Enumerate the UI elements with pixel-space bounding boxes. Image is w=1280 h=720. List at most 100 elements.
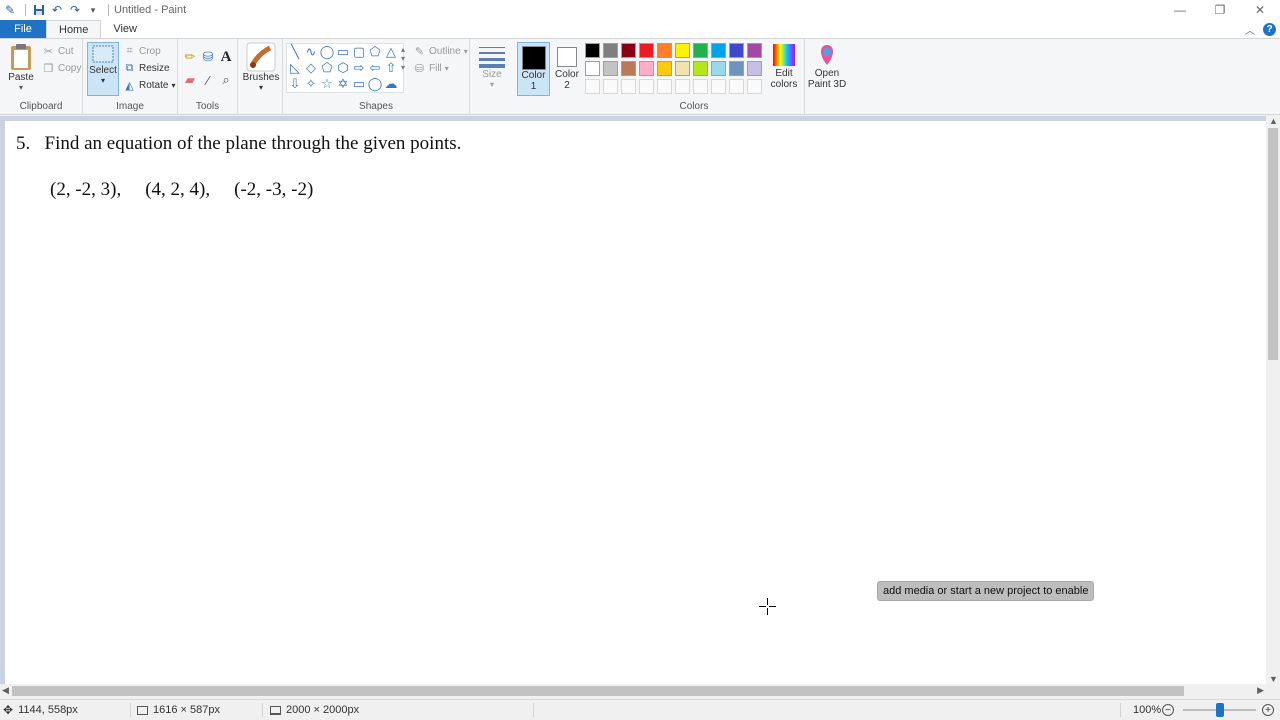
color-swatch[interactable] [747,43,762,58]
hexagon-shape-icon[interactable]: ⬡ [335,60,351,76]
pencil-icon[interactable]: ✏ [181,48,199,66]
custom-color-slot[interactable] [585,79,600,94]
diamond-shape-icon[interactable]: ◇ [303,60,319,76]
outline-button[interactable]: ✎ Outline ▾ [413,43,468,59]
custom-color-slot[interactable] [693,79,708,94]
tab-file[interactable]: File [0,20,46,38]
color-swatch[interactable] [585,61,600,76]
color-swatch[interactable] [621,61,636,76]
resize-button[interactable]: ⧉ Resize [123,60,170,76]
color1-button[interactable]: Color 1 [517,42,550,96]
horizontal-scrollbar[interactable]: ◀ ▶ [0,684,1266,698]
callout-oval-shape-icon[interactable]: ◯ [367,76,383,92]
scroll-right-icon[interactable]: ▶ [1257,685,1264,696]
color-swatch[interactable] [675,43,690,58]
vertical-scroll-thumb[interactable] [1268,128,1278,360]
color-swatch[interactable] [711,43,726,58]
custom-color-slot[interactable] [657,79,672,94]
customize-toolbar-icon[interactable]: ▾ [85,2,101,18]
close-button[interactable]: ✕ [1240,0,1280,20]
color-swatch[interactable] [747,61,762,76]
right-arrow-shape-icon[interactable]: ⇨ [351,60,367,76]
down-arrow-shape-icon[interactable]: ⇩ [287,76,303,92]
open-paint3d-button[interactable]: Open Paint 3D [807,42,847,90]
scroll-up-icon[interactable]: ▲ [1269,116,1278,126]
color-swatch[interactable] [693,61,708,76]
four-point-star-shape-icon[interactable]: ✧ [303,76,319,92]
cut-button[interactable]: ✂ Cut [42,43,74,59]
gallery-scroll-icon[interactable]: ▴ ▾ ▾ [401,45,405,72]
zoom-in-button[interactable]: + [1262,700,1274,720]
zoom-slider-thumb[interactable] [1215,703,1224,717]
color-swatch[interactable] [675,61,690,76]
callout-rect-shape-icon[interactable]: ▭ [351,76,367,92]
color-swatch[interactable] [603,61,618,76]
undo-icon[interactable]: ↶ [49,2,65,18]
edit-colors-button[interactable]: Edit colors [766,42,802,90]
colors-group: Edit colors Colors [584,39,805,115]
copy-button[interactable]: ❐ Copy [42,60,82,76]
six-point-star-shape-icon[interactable]: ✡ [335,76,351,92]
vertical-scrollbar[interactable]: ▲ ▼ [1266,116,1280,684]
up-arrow-shape-icon[interactable]: ⇧ [383,60,399,76]
minimize-ribbon-icon[interactable]: ︿ [1245,22,1255,37]
oval-shape-icon[interactable]: ◯ [319,44,335,60]
color-swatch[interactable] [657,43,672,58]
left-arrow-shape-icon[interactable]: ⇦ [367,60,383,76]
tab-home[interactable]: Home [46,20,102,38]
custom-color-slot[interactable] [639,79,654,94]
line-shape-icon[interactable]: ╲ [287,44,303,60]
zoom-out-button[interactable]: − [1162,700,1174,720]
custom-color-slot[interactable] [621,79,636,94]
color-swatch[interactable] [711,61,726,76]
color-swatch[interactable] [585,43,600,58]
rectangle-shape-icon[interactable]: ▭ [335,44,351,60]
right-triangle-shape-icon[interactable]: ◺ [287,60,303,76]
color-swatch[interactable] [693,43,708,58]
scroll-down-icon[interactable]: ▼ [1269,674,1278,684]
select-button[interactable]: Select ▾ [87,42,119,96]
polygon-shape-icon[interactable]: ⬠ [367,44,383,60]
save-icon[interactable] [31,2,47,18]
color-swatch[interactable] [639,61,654,76]
callout-cloud-shape-icon[interactable]: ☁ [383,76,399,92]
selection-size: 1616 × 587px [137,700,220,720]
rounded-rectangle-shape-icon[interactable]: ▢ [351,44,367,60]
text-tool-icon[interactable]: A [217,48,235,66]
fill-bucket-icon[interactable]: ⛁ [199,48,217,66]
color-swatch[interactable] [639,43,654,58]
color-swatch[interactable] [729,43,744,58]
custom-color-slot[interactable] [675,79,690,94]
brushes-button[interactable]: Brushes ▾ [243,42,279,92]
color-swatch[interactable] [729,61,744,76]
eraser-icon[interactable]: ▰ [181,71,199,89]
redo-icon[interactable]: ↷ [67,2,83,18]
curve-shape-icon[interactable]: ∿ [303,44,319,60]
color-swatch[interactable] [657,61,672,76]
custom-color-slot[interactable] [747,79,762,94]
scroll-left-icon[interactable]: ◀ [2,685,9,696]
zoom-slider-track[interactable] [1183,703,1256,717]
color-swatch[interactable] [621,43,636,58]
five-point-star-shape-icon[interactable]: ☆ [319,76,335,92]
color2-button[interactable]: Color 2 [551,42,583,96]
custom-color-slot[interactable] [711,79,726,94]
fill-button[interactable]: ⛁ Fill ▾ [413,60,449,76]
color-swatch[interactable] [603,43,618,58]
tab-view[interactable]: View [101,20,149,38]
help-icon[interactable]: ? [1263,22,1276,36]
rotate-button[interactable]: ◭ Rotate ▾ [123,77,175,93]
crop-button[interactable]: ⌗ Crop [123,43,160,59]
size-button[interactable]: Size ▾ [476,45,508,89]
restore-button[interactable]: ❐ [1200,0,1240,20]
custom-color-slot[interactable] [603,79,618,94]
pentagon-shape-icon[interactable]: ⬠ [319,60,335,76]
paste-label: Paste [8,72,34,83]
triangle-shape-icon[interactable]: △ [383,44,399,60]
color-picker-icon[interactable]: ⁄ [199,71,217,89]
custom-color-slot[interactable] [729,79,744,94]
horizontal-scroll-thumb[interactable] [12,686,1184,696]
magnifier-icon[interactable]: ⌕ [217,71,235,89]
minimize-button[interactable]: — [1160,0,1200,20]
paste-button[interactable]: Paste ▾ [6,42,36,92]
